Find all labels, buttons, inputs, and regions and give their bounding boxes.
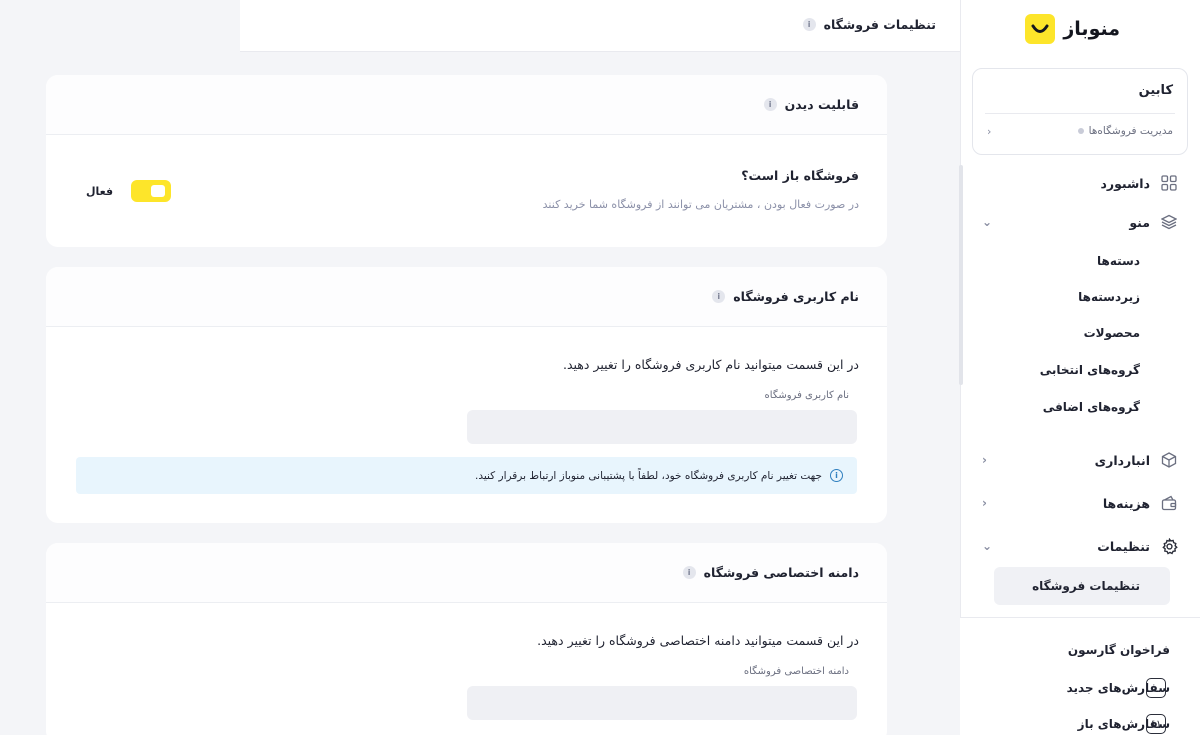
username-field-label: نام کاربری فروشگاه [764,390,849,401]
chevron-down-icon: ⌄ [982,215,993,229]
sidebar-item-menu[interactable]: منو ⌄ [974,207,1186,237]
store-open-toggle[interactable] [131,180,172,202]
sidebar-item-label: هزینه‌ها [1102,495,1150,511]
gear-icon [1160,537,1178,555]
alert-text: جهت تغییر نام کاربری فروشگاه خود، لطفاً … [474,469,822,482]
info-icon[interactable]: i [802,18,816,31]
sidebar-subitem-subcategories[interactable]: زیردسته‌ها [1078,290,1140,304]
card-header: نام کاربری فروشگاه i [46,267,887,327]
logo-mark-icon [1025,14,1056,44]
sidebar-item-costs[interactable]: هزینه‌ها ‹ [974,488,1186,518]
brand-name: منوباز [1063,18,1120,40]
card-title: دامنه اختصاصی فروشگاه i [682,565,859,580]
sidebar-item-label: داشبورد [1100,175,1150,191]
username-card: نام کاربری فروشگاه i در این قسمت میتوانی… [46,267,887,523]
info-icon[interactable]: i [712,290,726,303]
sidebar-orders-panel: فراخوان گارسون سفارش‌های جدید ۰ سفارش‌ها… [960,617,1200,735]
status-dot-icon [1077,128,1084,134]
cabin-title: کابین [1138,83,1173,98]
store-open-toggle-group: فعال [86,180,172,202]
card-title: قابلیت دیدن i [763,97,859,112]
sidebar-item-settings[interactable]: تنظیمات ⌄ [974,531,1186,561]
page-header: تنظیمات فروشگاه i [240,0,960,52]
waiter-call-item[interactable]: فراخوان گارسون [1068,643,1170,657]
open-orders-count-badge: ۱۱ [1146,714,1166,734]
info-circle-icon: i [830,469,843,482]
username-description: در این قسمت میتوانید نام کاربری فروشگاه … [563,357,859,372]
domain-card: دامنه اختصاصی فروشگاه i در این قسمت میتو… [46,543,887,735]
sidebar-subitem-products[interactable]: محصولات [1084,326,1140,340]
card-header: دامنه اختصاصی فروشگاه i [46,543,887,603]
toggle-knob [151,185,166,197]
support-info-alert: i جهت تغییر نام کاربری فروشگاه خود، لطفا… [76,457,857,494]
cabin-card[interactable]: کابین مدیریت فروشگاه‌ها ‹ [972,68,1188,155]
page-title: تنظیمات فروشگاه i [802,17,936,32]
dashboard-grid-icon [1160,174,1178,192]
card-title-text: نام کاربری فروشگاه [733,289,859,304]
wallet-icon [1160,494,1178,512]
domain-field-label: دامنه اختصاصی فروشگاه [743,666,849,677]
card-title: نام کاربری فروشگاه i [712,289,859,304]
sidebar-subitem-option-groups[interactable]: گروه‌های انتخابی [1040,363,1140,377]
domain-input[interactable] [467,686,857,720]
info-icon[interactable]: i [682,566,696,579]
sidebar-item-label: منو [1129,214,1150,230]
sidebar: منوباز کابین مدیریت فروشگاه‌ها ‹ داشبورد… [960,0,1200,735]
divider [985,113,1175,114]
chevron-left-icon[interactable]: ‹ [987,125,991,138]
sidebar-subitem-extra-groups[interactable]: گروه‌های اضافی [1043,400,1140,414]
sidebar-subitem-store-settings[interactable]: تنظیمات فروشگاه [994,567,1170,605]
chevron-down-icon: ⌄ [982,539,993,553]
layers-icon [1160,213,1178,231]
domain-description: در این قسمت میتوانید دامنه اختصاصی فروشگ… [537,633,859,648]
cabin-subtitle-label: مدیریت فروشگاه‌ها [1088,125,1173,137]
toggle-label: فعال [86,184,114,198]
sidebar-item-inventory[interactable]: انبارداری ‹ [974,445,1186,475]
store-open-question: فروشگاه باز است؟ [741,168,859,183]
sidebar-item-label: تنظیمات [1097,538,1150,554]
card-title-text: قابلیت دیدن [784,97,859,112]
sidebar-item-dashboard[interactable]: داشبورد [974,168,1186,198]
cabin-subtitle[interactable]: مدیریت فروشگاه‌ها [1077,125,1173,137]
chevron-left-icon: ‹ [982,453,987,467]
card-title-text: دامنه اختصاصی فروشگاه [703,565,859,580]
visibility-card: قابلیت دیدن i فروشگاه باز است؟ در صورت ف… [46,75,887,247]
store-open-description: در صورت فعال بودن ، مشتریان می توانند از… [542,198,859,211]
brand-logo[interactable]: منوباز [1025,14,1120,44]
page-title-text: تنظیمات فروشگاه [823,17,936,32]
info-icon[interactable]: i [763,98,777,111]
username-input[interactable] [467,410,857,444]
scrollbar[interactable] [959,165,963,385]
sidebar-item-label: انبارداری [1094,452,1150,468]
box-icon [1160,451,1178,469]
chevron-left-icon: ‹ [982,496,987,510]
new-orders-count-badge: ۰ [1146,678,1166,698]
sidebar-subitem-categories[interactable]: دسته‌ها [1097,254,1140,268]
card-header: قابلیت دیدن i [46,75,887,135]
